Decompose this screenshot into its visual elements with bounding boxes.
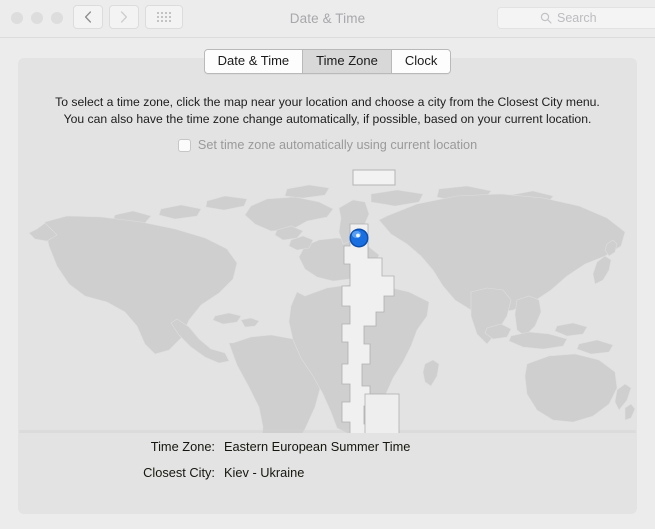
closest-city-label: Closest City: (143, 465, 215, 480)
window-titlebar: Date & Time Search (0, 0, 655, 38)
location-marker-icon[interactable] (349, 228, 369, 248)
timezone-label: Time Zone: (150, 439, 215, 454)
closest-city-value[interactable]: Kiev - Ukraine (224, 465, 304, 480)
closest-city-row: Closest City: Kiev - Ukraine (18, 465, 637, 480)
auto-timezone-checkbox[interactable] (177, 138, 191, 152)
auto-timezone-row[interactable]: Set time zone automatically using curren… (18, 138, 637, 152)
tab-time-zone[interactable]: Time Zone (303, 50, 392, 73)
auto-timezone-label: Set time zone automatically using curren… (197, 138, 478, 152)
instructions-line-2: You can also have the time zone change a… (63, 112, 592, 126)
tab-date-and-time[interactable]: Date & Time (204, 50, 304, 73)
world-map[interactable] (19, 168, 636, 433)
world-map-svg[interactable] (19, 168, 636, 433)
search-icon (540, 12, 552, 24)
timezone-value: Eastern European Summer Time (224, 439, 411, 454)
timezone-row: Time Zone: Eastern European Summer Time (18, 439, 637, 454)
instructions-line-1: To select a time zone, click the map nea… (55, 95, 600, 109)
timezone-details: Time Zone: Eastern European Summer Time … (18, 439, 637, 491)
tab-clock[interactable]: Clock (391, 50, 451, 73)
preference-panel: Date & Time Time Zone Clock To select a … (18, 49, 637, 514)
search-field[interactable]: Search (497, 7, 655, 29)
polar-timezone-indicator[interactable] (352, 169, 396, 186)
instructions-text: To select a time zone, click the map nea… (18, 94, 637, 128)
search-placeholder: Search (557, 11, 597, 25)
tab-bar: Date & Time Time Zone Clock (18, 49, 637, 74)
